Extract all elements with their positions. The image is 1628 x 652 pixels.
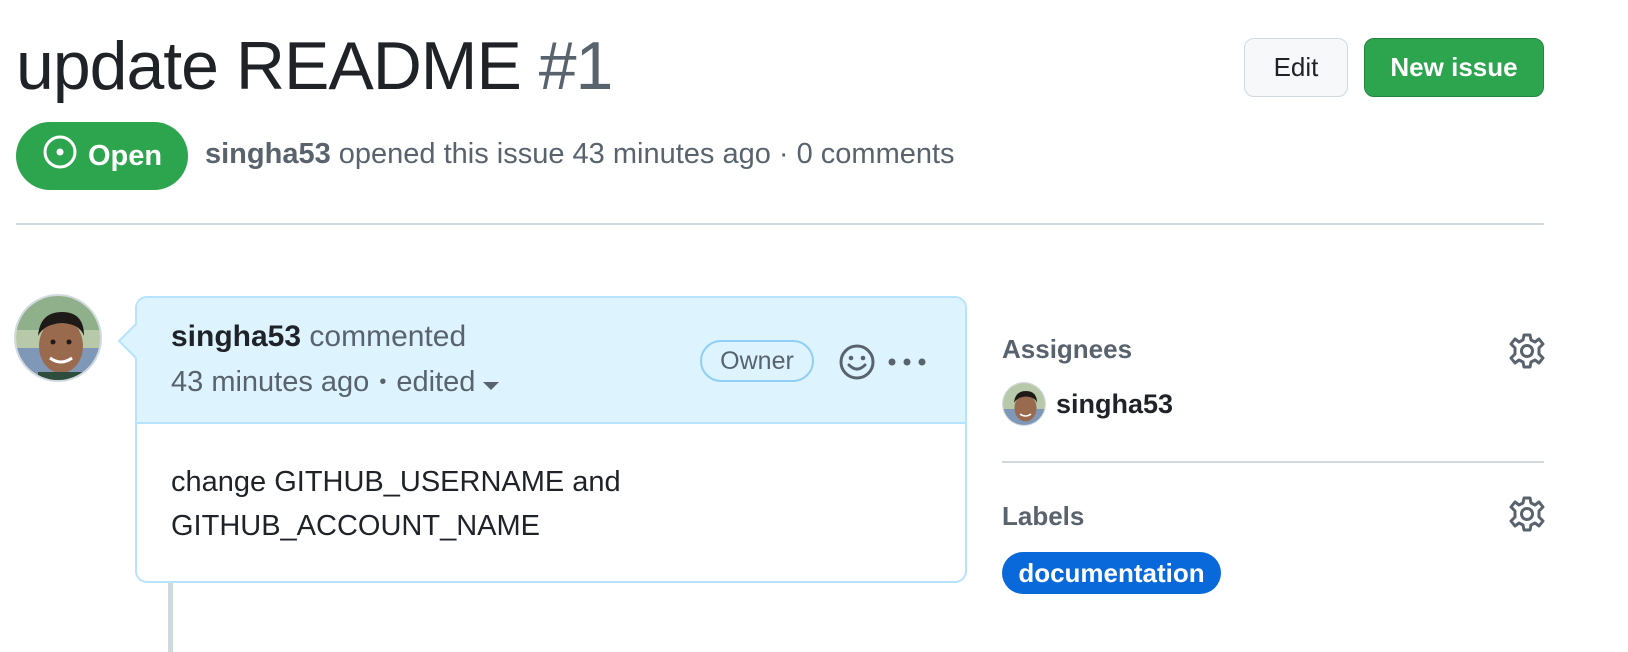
label-documentation[interactable]: documentation [1002, 552, 1221, 594]
comment-action: commented [301, 320, 467, 353]
kebab-horizontal-icon[interactable] [887, 352, 927, 372]
caret-down-icon [483, 381, 500, 390]
issue-number: #1 [538, 28, 614, 104]
comment-body: change GITHUB_USERNAME and GITHUB_ACCOUN… [171, 460, 931, 548]
comment-body-line: GITHUB_ACCOUNT_NAME [171, 510, 540, 542]
gear-icon[interactable] [1508, 332, 1546, 370]
timeline-line [168, 583, 173, 652]
issue-opened-icon [42, 134, 78, 178]
assignee-avatar [1002, 382, 1046, 426]
issue-title-text: update README [16, 28, 522, 104]
comment-timestamp[interactable]: 43 minutes ago [171, 366, 369, 399]
assignees-heading: Assignees [1002, 334, 1133, 364]
issue-meta: singha53 opened this issue 43 minutes ag… [205, 138, 955, 171]
edit-button[interactable]: Edit [1244, 38, 1348, 97]
comment-body-line: change GITHUB_USERNAME and [171, 466, 621, 498]
issue-state-label: Open [87, 139, 163, 172]
gear-icon[interactable] [1508, 495, 1546, 533]
new-issue-button[interactable]: New issue [1364, 38, 1544, 97]
issue-meta-text: opened this issue 43 minutes ago · 0 com… [330, 138, 955, 170]
issue-page: update README #1 Edit New issue Open sin… [0, 0, 1628, 652]
issue-title: update README #1 [16, 24, 614, 108]
comment-author-line: singha53 commented [171, 320, 466, 354]
smiley-icon[interactable] [837, 342, 877, 382]
issue-author-link[interactable]: singha53 [205, 138, 331, 170]
header-divider [16, 223, 1544, 225]
comment-time-line: 43 minutes ago • edited [171, 366, 500, 399]
sidebar-divider [1002, 461, 1544, 463]
labels-heading: Labels [1002, 501, 1085, 531]
issue-state-badge: Open [16, 122, 188, 190]
comment-author-link[interactable]: singha53 [171, 320, 301, 353]
assignee-item[interactable]: singha53 [1002, 382, 1173, 426]
assignee-name: singha53 [1056, 388, 1174, 419]
comment-header: singha53 commented 43 minutes ago • edit… [137, 298, 965, 424]
comment-card: singha53 commented 43 minutes ago • edit… [117, 296, 967, 583]
edited-label: edited [396, 366, 476, 398]
comment-author-avatar[interactable] [14, 294, 102, 382]
edited-history-dropdown[interactable]: edited [396, 366, 500, 399]
comment-separator: • [379, 371, 387, 393]
role-badge: Owner [700, 340, 814, 382]
